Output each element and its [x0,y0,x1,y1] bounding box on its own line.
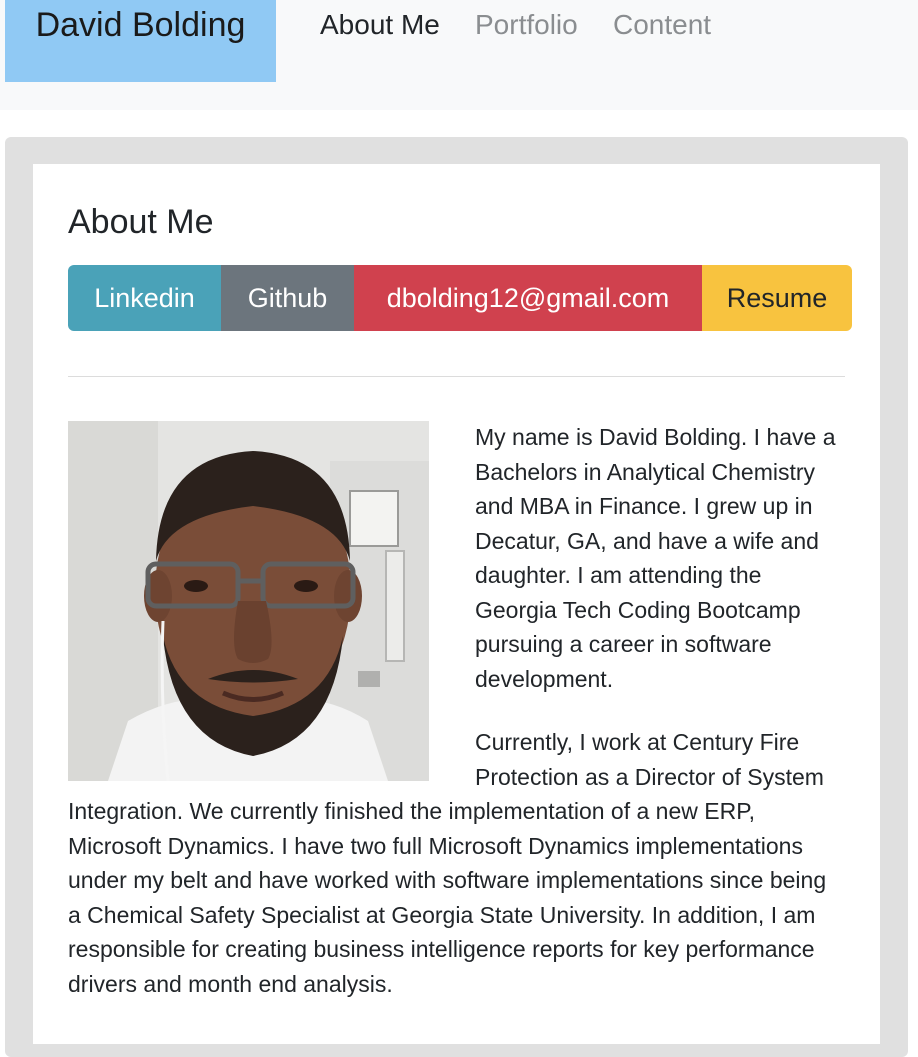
nav-link-about[interactable]: About Me [320,9,440,41]
email-button[interactable]: dbolding12@gmail.com [354,265,702,331]
brand-link[interactable]: David Bolding [5,0,276,82]
divider [68,376,845,377]
github-button[interactable]: Github [221,265,354,331]
photo-float-space [68,420,429,782]
page-title: About Me [68,203,214,241]
linkedin-button[interactable]: Linkedin [68,265,221,331]
contact-button-group: Linkedin Github dbolding12@gmail.com Res… [68,265,852,331]
nav-link-content[interactable]: Content [613,9,711,41]
about-text: My name is David Bolding. I have a Bache… [68,420,845,1030]
resume-button[interactable]: Resume [702,265,852,331]
top-navbar: David Bolding About Me Portfolio Content [0,0,918,110]
nav-link-portfolio[interactable]: Portfolio [475,9,578,41]
